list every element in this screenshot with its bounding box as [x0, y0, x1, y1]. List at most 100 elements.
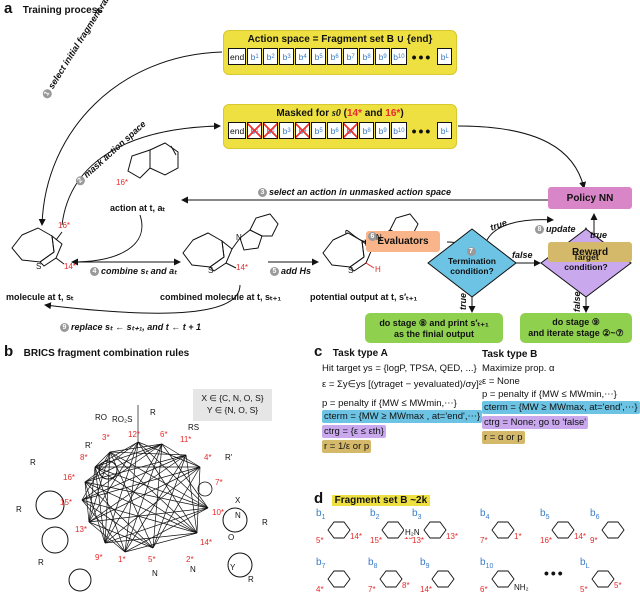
masked-cell: b4	[295, 122, 311, 139]
fragment-b4: b4 7* 1*	[480, 508, 522, 545]
fragment-site: 5*	[316, 536, 324, 545]
group-label: N	[152, 569, 158, 578]
state-site-14: 14*	[64, 262, 77, 271]
iterate-box: do stage ⑨ and iterate stage ②~⑦	[520, 313, 632, 343]
fragment-site: 1*	[514, 532, 522, 541]
action-cell: b7	[343, 48, 359, 65]
group-label: R	[30, 458, 36, 467]
potential-n-atom: N	[376, 233, 382, 242]
fragment-b2: b215*15*	[370, 508, 416, 545]
action-cell: b6	[327, 122, 343, 139]
action-cell: b1	[247, 48, 263, 65]
fragment-b6: b6 9*	[590, 508, 625, 545]
fragment-structure	[327, 570, 351, 588]
potential-label: potential output at t, s′ₜ₊₁	[310, 292, 418, 302]
rule-edge	[81, 499, 126, 553]
action-cell: b5	[311, 122, 327, 139]
task-a-cterm: cterm = {MW ≥ MWmax , at='end',⋯}	[322, 410, 483, 423]
action-cell: b3	[279, 48, 295, 65]
action-cell: b2	[263, 48, 279, 65]
fragment-b5: b5 16* 14*	[540, 508, 586, 545]
panel-d-header: d Fragment set B ~2k	[314, 490, 431, 508]
task-a-hit: Hit target ys = {logP, TPSA, QED, ...}	[322, 363, 477, 374]
fragment-site: 15*	[370, 536, 383, 545]
task-b-eps: ε = None	[482, 376, 520, 387]
site-label: 10*	[212, 508, 224, 517]
group-label: R	[150, 408, 156, 417]
step4-label: 4 combine sₜ and aₜ	[90, 266, 177, 277]
arrow-masked-to-policy	[457, 125, 587, 189]
fragment-site: 14*	[574, 532, 587, 541]
action-site: 16*	[116, 178, 129, 187]
fragment-site: 5*	[580, 585, 588, 594]
rule-edge	[137, 441, 209, 509]
step5-label: 5 add Hs	[270, 266, 311, 277]
group-label: R'	[225, 453, 233, 462]
action-cell: b5	[311, 48, 327, 65]
ellipsis: •••	[411, 122, 433, 139]
fragment-site: 14*	[350, 532, 363, 541]
phenyl-ring	[98, 460, 118, 480]
task-b-ctrg: ctrg = None; go to 'false'	[482, 416, 589, 429]
action-cell: end	[228, 48, 247, 65]
state-site-16: 16*	[58, 221, 71, 230]
site-label: 6*	[160, 430, 168, 439]
masked-action-space-box: Masked for s0 (14* and 16*) end b 1 b 2 b 3 b 4 b…	[223, 104, 457, 149]
masked-title: Masked for s0 (14* and 16*)	[276, 108, 404, 119]
state-molecule	[11, 227, 65, 267]
site-label: 9*	[95, 553, 103, 562]
task-b-title: Task type B	[482, 349, 538, 360]
group-label: R	[248, 575, 254, 584]
fragment-ellipsis: •••	[544, 565, 565, 581]
combined-molecule	[182, 213, 279, 272]
action-cell: b3	[279, 122, 295, 139]
task-a-r: r = 1/ε or p	[322, 440, 372, 453]
masked-cell: b1	[247, 122, 263, 139]
fragment-b7: b7 4*	[316, 557, 351, 594]
action-cell: b6	[327, 48, 343, 65]
group-label: O	[228, 533, 234, 542]
masked-cell: b2	[263, 122, 279, 139]
group-label: R'	[85, 441, 93, 450]
potential-h: H	[375, 265, 381, 274]
rule-edge	[152, 443, 163, 549]
brics-network: 1* 2* 3* 4* 5* 6* 7* 8* 9* 10* 11* 12* 13* 14* 15* 16* R…	[16, 405, 268, 592]
b10-amide-atom: NH₂	[513, 583, 530, 592]
action-cell: b4	[295, 48, 311, 65]
step3-label: 3 select an action in unmasked action spa…	[258, 182, 451, 200]
termination-label: 7 Termination condition?	[447, 247, 496, 277]
site-label: 13*	[75, 525, 87, 534]
site-label: 15*	[60, 498, 72, 507]
site-label: 1*	[118, 555, 126, 564]
rule-edge	[152, 466, 201, 549]
group-label: X	[235, 496, 241, 505]
fragment-structure	[431, 570, 455, 588]
combined-s-atom: S	[208, 266, 214, 275]
edge-false-down: false	[572, 291, 582, 312]
ring-13	[41, 526, 69, 554]
combined-site-14: 14*	[236, 263, 249, 272]
task-a-ctrg: ctrg = {ε ≤ εth}	[322, 425, 386, 438]
site-label: 14*	[200, 538, 212, 547]
fragment-site: 4*	[316, 585, 324, 594]
edge-true-down: true	[458, 292, 468, 310]
site-label: 12*	[128, 430, 140, 439]
action-cell: bL	[437, 122, 453, 139]
task-a-eps: ε = Σy∈ys [(ytraget − yevaluated)/σy]²	[322, 379, 482, 390]
task-b-r: r = α or p	[482, 431, 525, 444]
action-cell: b 10	[391, 48, 407, 65]
site-label: 11*	[180, 435, 191, 444]
combined-label: combined molecule at t, sₜ₊₁	[160, 292, 282, 302]
task-b-body: Maximize prop. α ε = None p = penalty if…	[482, 362, 640, 444]
site-label: 7*	[215, 478, 223, 487]
fragment-b1: b1 5* 14*	[316, 508, 362, 545]
group-label: N	[190, 565, 196, 574]
b3-amine-atom: H₂N	[404, 528, 421, 537]
fragment-b8: b8 7* 8*	[368, 557, 410, 594]
fragment-site: 7*	[480, 536, 488, 545]
action-label: action at t, aₜ	[110, 203, 166, 213]
fragment-b3: b3 13* 13*	[412, 508, 458, 545]
task-b-p: p = penalty if {MW ≤ MWmin,⋯}	[482, 389, 617, 400]
fragment-b9: b9 14*	[420, 557, 455, 594]
fragment-site: 14*	[420, 585, 433, 594]
